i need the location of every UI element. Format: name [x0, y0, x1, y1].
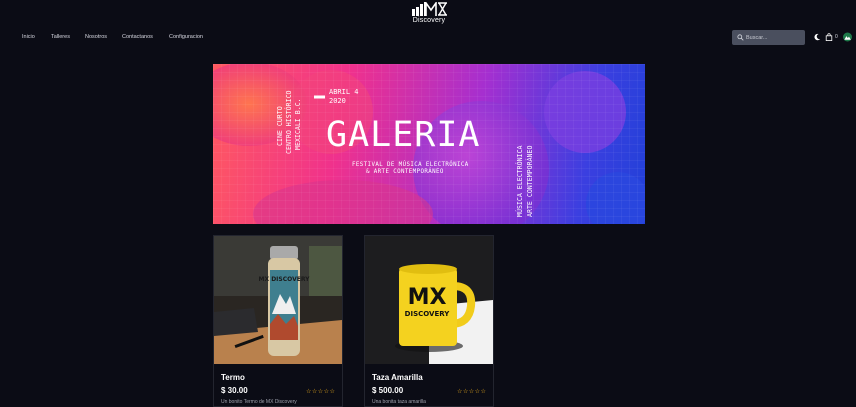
hero-banner: ABRIL 4 2020 CINE CURTO CENTRO HISTÓRICO…	[213, 64, 645, 224]
rating-stars[interactable]: ☆☆☆☆☆	[457, 388, 486, 395]
banner-side-line1: MÚSICA ELECTRÓNICA	[516, 145, 524, 217]
thermos-label: MX DISCOVERY	[259, 276, 311, 283]
shopping-bag-icon	[825, 32, 832, 41]
product-card-taza-amarilla[interactable]: MX DISCOVERY Taza Amarilla $ 500.00 ☆☆☆☆…	[364, 235, 494, 407]
mug-logo: MX	[408, 285, 447, 310]
product-price: $ 500.00	[372, 386, 404, 395]
banner-side-line2: ARTE CONTEMPORÁNEO	[526, 145, 534, 217]
banner-subtitle-line2: & ARTE CONTEMPORÁNEO	[366, 169, 444, 175]
mug-image: MX DISCOVERY	[365, 236, 493, 364]
banner-date-line2: 2020	[329, 97, 346, 105]
banner-title: GALERIA	[326, 115, 481, 155]
brand-name: Discovery	[412, 17, 446, 24]
dark-mode-toggle[interactable]	[812, 32, 821, 41]
cart-button[interactable]	[824, 32, 833, 41]
banner-venue-line1: CINE CURTO	[276, 106, 284, 146]
user-avatar[interactable]	[842, 32, 852, 41]
nav-inicio[interactable]: Inicio	[22, 34, 35, 40]
product-image-taza[interactable]: MX DISCOVERY	[365, 236, 493, 364]
search-box	[732, 30, 805, 45]
product-description: Una bonita taza amarilla	[372, 399, 426, 405]
nav-contactanos[interactable]: Contactanos	[122, 34, 153, 40]
cart-count: 0	[835, 33, 838, 40]
banner-venue-line3: MEXICALI B.C.	[294, 98, 302, 150]
mug-logo-sub: DISCOVERY	[405, 310, 451, 318]
product-title[interactable]: Taza Amarilla	[372, 373, 423, 382]
product-description: Un bonito Termo de MX Discovery	[221, 399, 297, 405]
search-icon	[737, 34, 744, 41]
search-input[interactable]	[746, 34, 802, 41]
product-card-termo[interactable]: MX DISCOVERY Termo $ 30.00 ☆☆☆☆☆ Un boni…	[213, 235, 343, 407]
banner-venue-line2: CENTRO HISTÓRICO	[285, 90, 293, 154]
thermos-image: MX DISCOVERY	[214, 236, 342, 364]
nav-configuracion[interactable]: Configuracion	[169, 34, 203, 40]
product-title[interactable]: Termo	[221, 373, 245, 382]
rating-stars[interactable]: ☆☆☆☆☆	[306, 388, 335, 395]
banner-subtitle-line1: FESTIVAL DE MÚSICA ELECTRÓNICA	[352, 162, 469, 168]
nav-nosotros[interactable]: Nosotros	[85, 34, 107, 40]
avatar-icon	[842, 32, 852, 41]
header-tools: 0	[812, 32, 852, 41]
product-price: $ 30.00	[221, 386, 248, 395]
banner-date-line1: ABRIL 4	[329, 88, 359, 96]
product-image-termo[interactable]: MX DISCOVERY	[214, 236, 342, 364]
nav-talleres[interactable]: Talleres	[51, 34, 70, 40]
skyline-icon	[412, 2, 447, 16]
brand-logo[interactable]: Discovery	[407, 2, 451, 24]
moon-icon	[813, 33, 820, 40]
